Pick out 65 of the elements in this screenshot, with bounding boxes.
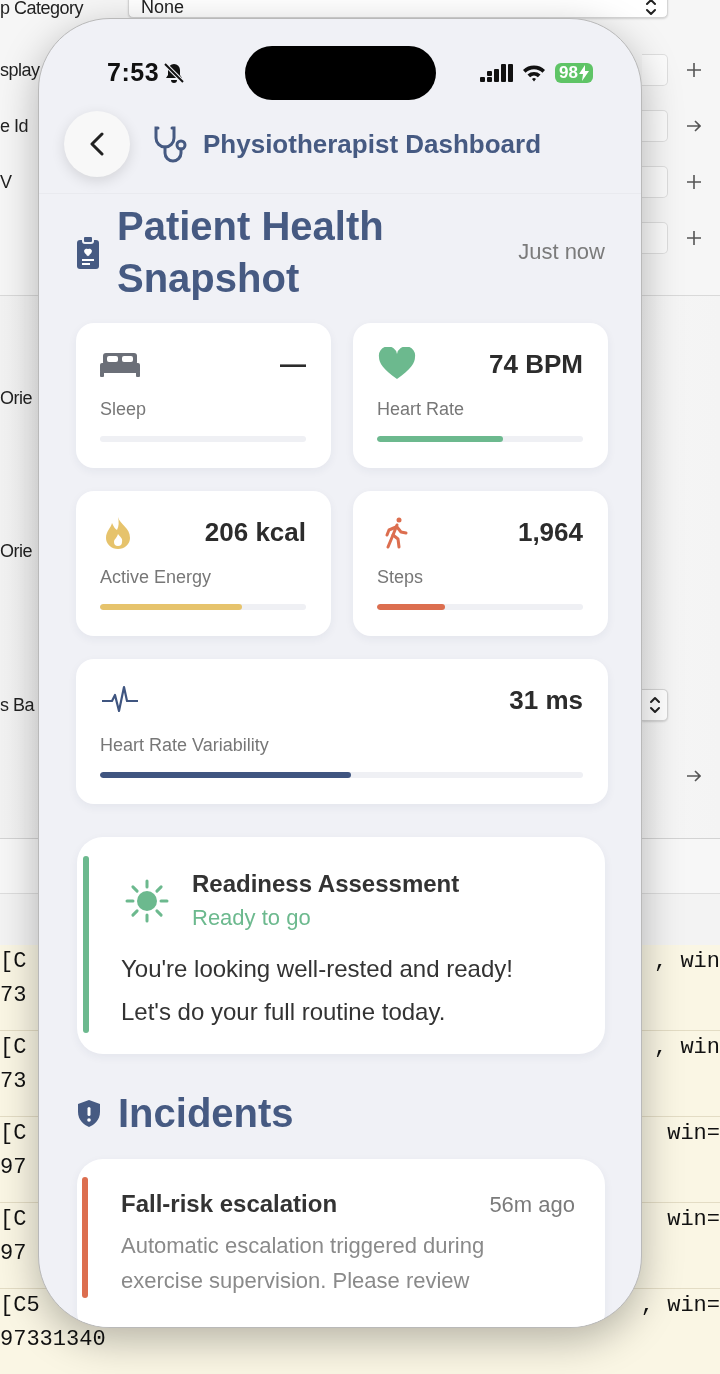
dropdown[interactable]: None — [128, 0, 668, 18]
log-text: [C — [0, 1120, 27, 1148]
field-label: V — [0, 171, 12, 192]
log-text: 73 — [0, 1068, 27, 1096]
field-label: splay — [0, 59, 40, 80]
incident-card[interactable]: Fall-risk escalation 56m ago Automatic escalation triggered during exercise supervision. Please review — [77, 1159, 605, 1327]
incident-description: Automatic escalation triggered during exercise supervision. Please review — [121, 1232, 486, 1295]
readiness-message: You're looking well-rested and ready! Let's do your full routine today. — [121, 954, 514, 1027]
text-field[interactable] — [642, 110, 668, 142]
log-text: 73 — [0, 982, 27, 1010]
plus-icon[interactable] — [687, 175, 701, 189]
arrow-icon[interactable] — [687, 769, 701, 783]
log-text: 97331340 — [0, 1326, 106, 1354]
incident-title: Fall-risk escalation — [121, 1190, 338, 1218]
log-text: 97 — [0, 1240, 27, 1268]
metric-value: 206 kcal — [204, 516, 306, 548]
option-label: Orie — [0, 387, 32, 408]
log-text: win= — [667, 1120, 720, 1148]
metric-value: 1,964 — [517, 516, 583, 548]
chevron-updown-icon — [648, 696, 661, 714]
plus-icon[interactable] — [687, 63, 701, 77]
metric-label: Heart Rate Variability — [100, 734, 270, 757]
metric-label: Sleep — [100, 398, 148, 421]
battery-indicator: 98 — [555, 62, 593, 83]
text-field[interactable] — [642, 166, 668, 198]
field-label: p Category — [0, 0, 84, 18]
plus-icon[interactable] — [687, 231, 701, 245]
log-text: , win= — [640, 1292, 720, 1320]
shield-alert-icon — [77, 1098, 101, 1128]
field-label: e Id — [0, 115, 29, 136]
metric-value: 74 BPM — [489, 348, 583, 380]
log-text: [C — [0, 1034, 27, 1062]
log-text: , win — [654, 1034, 720, 1062]
wifi-icon — [522, 63, 547, 82]
updated-time: Just now — [518, 239, 605, 265]
section-title: Patient Health Snapshot — [117, 203, 385, 302]
chevron-left-icon — [89, 132, 105, 156]
readiness-status: Ready to go — [192, 904, 312, 932]
section-title: Incidents — [118, 1090, 294, 1137]
metric-label: Active Energy — [100, 566, 213, 589]
text-field[interactable] — [642, 54, 668, 86]
log-text: [C — [0, 1206, 27, 1234]
metric-label: Steps — [377, 566, 425, 589]
clipboard-icon — [76, 234, 100, 270]
log-text: [C5 — [0, 1292, 40, 1320]
signal-icon — [480, 63, 514, 82]
metric-value: — — [280, 348, 306, 380]
app-title: Physiotherapist Dashboard — [203, 128, 542, 160]
log-text: win= — [667, 1206, 720, 1234]
metric-label: Heart Rate — [377, 398, 466, 421]
sun-icon — [123, 877, 171, 925]
log-text: 97 — [0, 1154, 27, 1182]
log-text: [C — [0, 948, 27, 976]
text-field[interactable] — [642, 222, 668, 254]
log-text: , win — [654, 948, 720, 976]
option-label: Orie — [0, 540, 32, 561]
arrow-icon[interactable] — [687, 119, 701, 133]
metric-value: 31 ms — [509, 684, 583, 716]
clock-time: 7:53 — [107, 58, 160, 87]
card-title: Readiness Assessment — [192, 869, 460, 899]
dropdown[interactable] — [642, 689, 668, 721]
incident-time: 56m ago — [489, 1192, 575, 1218]
option-label: s Ba — [0, 694, 35, 715]
stethoscope-icon — [153, 125, 189, 163]
chevron-updown-icon — [645, 0, 657, 16]
